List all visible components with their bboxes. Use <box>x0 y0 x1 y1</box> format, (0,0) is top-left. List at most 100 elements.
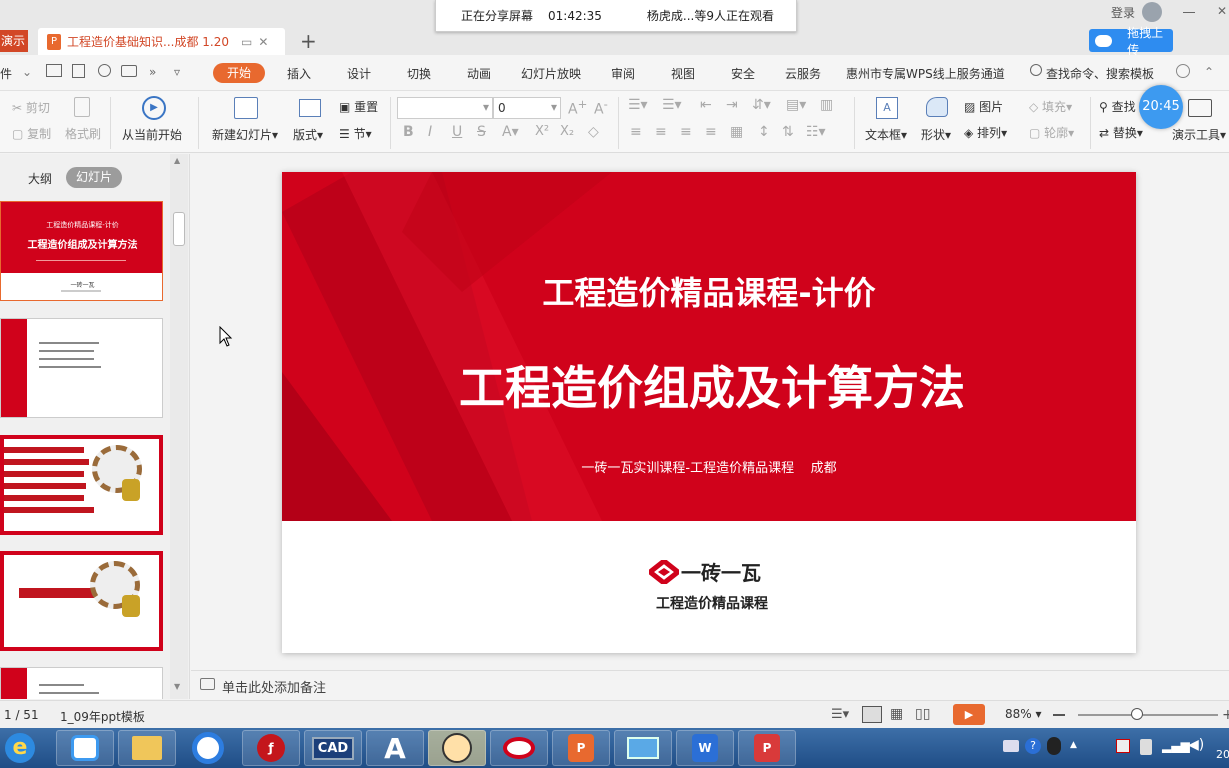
taskbar-qq-browser[interactable] <box>192 732 224 764</box>
shape-button[interactable]: 形状▾ <box>921 126 951 143</box>
columns-icon[interactable]: ▥ <box>820 97 833 113</box>
increase-font-icon[interactable]: A+ <box>568 97 587 118</box>
close-tab-icon[interactable]: ✕ <box>258 35 268 49</box>
font-color-icon[interactable]: A▾ <box>502 124 519 140</box>
upload-button[interactable]: 拖拽上传 <box>1089 26 1173 57</box>
paragraph-spacing-icon[interactable]: ⇅ <box>782 124 794 140</box>
taskbar-explorer[interactable] <box>118 730 176 766</box>
arrange-button[interactable]: ◈ 排列▾ <box>964 124 1007 141</box>
login-link[interactable]: 登录 <box>1111 4 1135 21</box>
taskbar-avatar-app[interactable] <box>428 730 486 766</box>
font-size-select[interactable]: 0 ▾ <box>493 97 561 119</box>
align-left-icon[interactable]: ≡ <box>630 124 642 140</box>
cut-button[interactable]: ✂ 剪切 <box>12 99 50 116</box>
share-viewers[interactable]: 杨虎成...等9人正在观看 <box>647 7 774 24</box>
play-slideshow-icon[interactable]: ▶ <box>953 704 985 725</box>
keyboard-tray-icon[interactable] <box>1003 740 1019 752</box>
more-icon[interactable]: » <box>149 65 156 79</box>
zoom-level[interactable]: 88% ▾ <box>1005 707 1042 721</box>
italic-icon[interactable]: I <box>428 124 432 140</box>
align-text-icon[interactable]: ▤▾ <box>786 97 806 113</box>
clear-format-icon[interactable]: ◇ <box>588 124 599 140</box>
zoom-slider-handle[interactable] <box>1131 708 1143 720</box>
thumbnail-scrollbar[interactable]: ▲ ▼ <box>170 154 188 699</box>
new-slide-button[interactable]: 新建幻灯片▾ <box>212 126 278 143</box>
menu-design[interactable]: 设计 <box>347 65 371 82</box>
taskbar-cad[interactable]: CAD <box>304 730 362 766</box>
reading-view-icon[interactable]: ▯▯ <box>915 706 930 722</box>
underline-icon[interactable]: U <box>452 124 462 140</box>
notes-placeholder[interactable]: 单击此处添加备注 <box>222 677 326 696</box>
tab-outline[interactable]: 大纲 <box>28 170 52 187</box>
menu-animation[interactable]: 动画 <box>467 65 491 82</box>
menu-review[interactable]: 审阅 <box>611 65 635 82</box>
help-tray-icon[interactable]: ? <box>1025 738 1041 754</box>
open-icon[interactable] <box>46 64 62 77</box>
notes-pane[interactable]: 单击此处添加备注 <box>191 670 1229 699</box>
flag-tray-icon[interactable] <box>1116 739 1130 753</box>
menu-security[interactable]: 安全 <box>731 65 755 82</box>
qq-tray-icon[interactable] <box>1047 737 1061 755</box>
slide-sorter-icon[interactable]: ▦ <box>890 706 903 722</box>
layout-icon[interactable] <box>299 99 321 117</box>
align-right-icon[interactable]: ≡ <box>680 124 692 140</box>
network-tray-icon[interactable]: ▂▄▆ <box>1162 739 1190 753</box>
text-direction-icon[interactable]: ⇵▾ <box>752 97 771 113</box>
search-icon[interactable] <box>1030 64 1042 76</box>
zoom-slider[interactable] <box>1078 714 1218 716</box>
slide-thumbnail-4[interactable] <box>0 551 163 651</box>
current-slide[interactable]: 工程造价精品课程-计价 工程造价组成及计算方法 一砖一瓦实训课程-工程造价精品课… <box>282 172 1136 653</box>
show-hidden-icons[interactable]: ▲ <box>1070 740 1077 750</box>
textbox-button[interactable]: 文本框▾ <box>865 126 907 143</box>
notes-toggle-icon[interactable]: ☰▾ <box>831 707 849 722</box>
menu-slideshow[interactable]: 幻灯片放映 <box>521 65 581 82</box>
shape-icon[interactable] <box>926 97 948 117</box>
copy-button[interactable]: ▢ 复制 <box>12 125 51 142</box>
indent-increase-icon[interactable]: ⇥ <box>726 97 738 113</box>
bullet-list-icon[interactable]: ☰▾ <box>628 97 648 113</box>
new-slide-icon[interactable] <box>234 97 258 119</box>
font-name-select[interactable]: ▾ <box>397 97 493 119</box>
taskbar-screen-app[interactable] <box>614 730 672 766</box>
zoom-out-icon[interactable] <box>1053 714 1065 716</box>
outline-button[interactable]: ▢ 轮廓▾ <box>1029 124 1074 141</box>
picture-button[interactable]: ▨ 图片 <box>964 98 1003 115</box>
print-icon[interactable] <box>121 65 137 77</box>
taskbar-flash[interactable]: ƒ <box>242 730 300 766</box>
normal-view-icon[interactable] <box>862 706 882 723</box>
replace-button[interactable]: ⇄ 替换▾ <box>1099 124 1143 141</box>
zoom-in-icon[interactable]: + <box>1222 707 1229 723</box>
superscript-icon[interactable]: X² <box>535 124 549 139</box>
slide-thumbnail-5[interactable] <box>0 667 163 699</box>
taskbar-wps-presentation[interactable]: P <box>552 730 610 766</box>
window-mode-icon[interactable]: ▭ <box>241 35 252 49</box>
taskbar-a-app[interactable]: A <box>366 730 424 766</box>
scroll-thumb[interactable] <box>173 212 185 246</box>
taskbar-netease-app[interactable] <box>490 730 548 766</box>
indent-decrease-icon[interactable]: ⇤ <box>700 97 712 113</box>
play-from-current-icon[interactable]: ▶ <box>142 96 166 120</box>
numbered-list-icon[interactable]: ☰▾ <box>662 97 682 113</box>
taskbar-wps-writer[interactable]: W <box>676 730 734 766</box>
fill-button[interactable]: ◇ 填充▾ <box>1029 98 1072 115</box>
scroll-down-icon[interactable]: ▼ <box>174 682 180 691</box>
document-tab[interactable]: P 工程造价基础知识...成都 1.20 ▭ ✕ <box>38 28 285 55</box>
tab-slides[interactable]: 幻灯片 <box>66 167 122 188</box>
menu-transition[interactable]: 切换 <box>407 65 431 82</box>
customize-icon[interactable]: ▿ <box>174 65 180 79</box>
section-button[interactable]: ☰ 节▾ <box>339 125 372 142</box>
minimize-icon[interactable] <box>1183 12 1195 13</box>
reset-button[interactable]: ▣ 重置 <box>339 98 378 115</box>
bold-icon[interactable]: B <box>403 124 414 140</box>
tray-clock[interactable]: 20 <box>1216 748 1229 761</box>
present-tools-button[interactable]: 演示工具▾ <box>1172 126 1226 143</box>
ie-icon[interactable]: e <box>5 733 35 763</box>
slide-thumbnail-2[interactable] <box>0 318 163 418</box>
taskbar-cloud-app[interactable] <box>56 730 114 766</box>
app-tab-presentation[interactable]: 演示 <box>0 30 28 52</box>
user-avatar-icon[interactable] <box>1142 2 1162 22</box>
layout-button[interactable]: 版式▾ <box>293 126 323 143</box>
file-dropdown-icon[interactable]: ⌄ <box>22 65 32 79</box>
taskbar-pdf-app[interactable]: P <box>738 730 796 766</box>
close-window-icon[interactable]: ✕ <box>1217 4 1227 18</box>
